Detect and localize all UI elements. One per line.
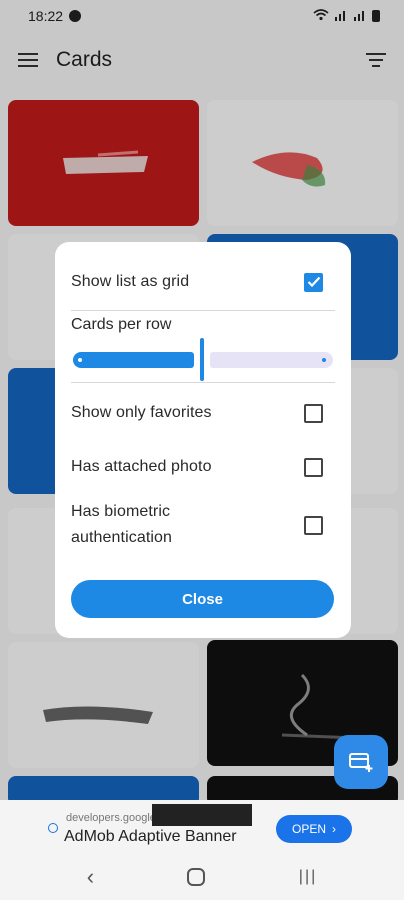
photo-row[interactable]: Has attached photo: [71, 439, 335, 495]
show-grid-checkbox[interactable]: [304, 272, 323, 292]
checkmark-icon: [307, 276, 320, 288]
ad-url: developers.google: [66, 812, 156, 824]
slider-thumb[interactable]: [200, 338, 204, 381]
chevron-right-icon: ›: [332, 822, 336, 836]
cards-per-row-label: Cards per row: [71, 316, 172, 333]
system-nav-bar: ‹ |||: [0, 854, 404, 900]
settings-dialog: Show list as grid Cards per row Show onl…: [55, 242, 351, 638]
favorites-label: Show only favorites: [71, 404, 212, 421]
ad-banner[interactable]: developers.google AdMob Adaptive Banner …: [0, 800, 404, 854]
slider-track-active: [73, 352, 194, 368]
ad-open-button[interactable]: OPEN ›: [276, 815, 352, 843]
biometric-row[interactable]: Has biometric authentication: [71, 495, 335, 555]
biometric-label: Has biometric authentication: [71, 503, 173, 546]
add-card-button[interactable]: [334, 735, 388, 789]
ad-redaction: [152, 804, 252, 826]
cards-per-row-slider[interactable]: [71, 338, 335, 382]
back-icon[interactable]: ‹: [87, 864, 94, 890]
photo-label: Has attached photo: [71, 458, 212, 475]
biometric-checkbox[interactable]: [304, 515, 323, 535]
ad-title: AdMob Adaptive Banner: [64, 828, 237, 845]
slider-tick: [78, 358, 82, 362]
info-icon[interactable]: [48, 823, 58, 833]
divider: [71, 382, 335, 383]
divider: [71, 310, 335, 311]
favorites-row[interactable]: Show only favorites: [71, 387, 335, 439]
add-card-icon: [349, 753, 373, 772]
show-grid-row[interactable]: Show list as grid: [71, 258, 335, 306]
home-icon[interactable]: [187, 868, 206, 886]
slider-tick: [322, 358, 326, 362]
slider-track-inactive: [210, 352, 333, 368]
show-grid-label: Show list as grid: [71, 273, 190, 290]
favorites-checkbox[interactable]: [304, 403, 323, 423]
photo-checkbox[interactable]: [304, 457, 323, 477]
close-button[interactable]: Close: [71, 580, 334, 618]
recents-icon[interactable]: |||: [299, 868, 317, 886]
